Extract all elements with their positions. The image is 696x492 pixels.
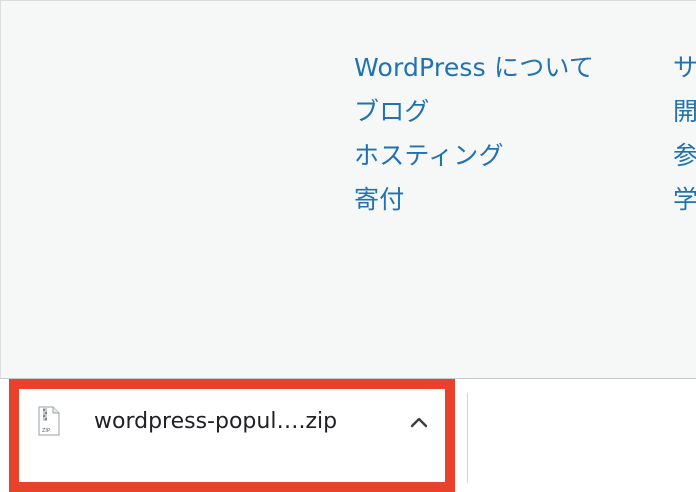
footer-link-hosting[interactable]: ホスティング bbox=[354, 141, 504, 170]
footer-item: サ bbox=[673, 51, 696, 95]
footer-link-support[interactable]: サ bbox=[673, 53, 696, 82]
footer-item: 参 bbox=[673, 139, 696, 183]
footer-item: 学 bbox=[673, 183, 696, 227]
footer-links-column-1: WordPress について ブログ ホスティング 寄付 bbox=[354, 51, 594, 227]
footer-links-column-2: サ 開 参 学 bbox=[673, 51, 696, 227]
footer-link-learn[interactable]: 学 bbox=[673, 185, 696, 214]
zip-file-icon: ZIP bbox=[38, 406, 60, 436]
page: WordPress について ブログ ホスティング 寄付 サ 開 参 学 ZIP bbox=[0, 0, 696, 492]
download-file-name: wordpress-popul….zip bbox=[94, 409, 338, 434]
footer-link-develop[interactable]: 開 bbox=[673, 97, 696, 126]
footer-item: 開 bbox=[673, 95, 696, 139]
left-border bbox=[0, 0, 1, 378]
footer-link-participate[interactable]: 参 bbox=[673, 141, 696, 170]
download-shelf: ZIP wordpress-popul….zip bbox=[0, 378, 696, 492]
shelf-divider bbox=[467, 393, 468, 483]
footer-link-about[interactable]: WordPress について bbox=[354, 53, 594, 82]
svg-text:ZIP: ZIP bbox=[42, 428, 50, 434]
chevron-up-icon[interactable] bbox=[408, 412, 430, 434]
download-item[interactable]: ZIP wordpress-popul….zip bbox=[24, 394, 436, 452]
footer-item: ホスティング bbox=[354, 139, 594, 183]
footer-item: ブログ bbox=[354, 95, 594, 139]
footer-item: 寄付 bbox=[354, 183, 594, 227]
footer-item: WordPress について bbox=[354, 51, 594, 95]
footer-link-blog[interactable]: ブログ bbox=[354, 97, 430, 126]
top-border bbox=[0, 0, 696, 1]
footer-link-donate[interactable]: 寄付 bbox=[354, 185, 404, 214]
